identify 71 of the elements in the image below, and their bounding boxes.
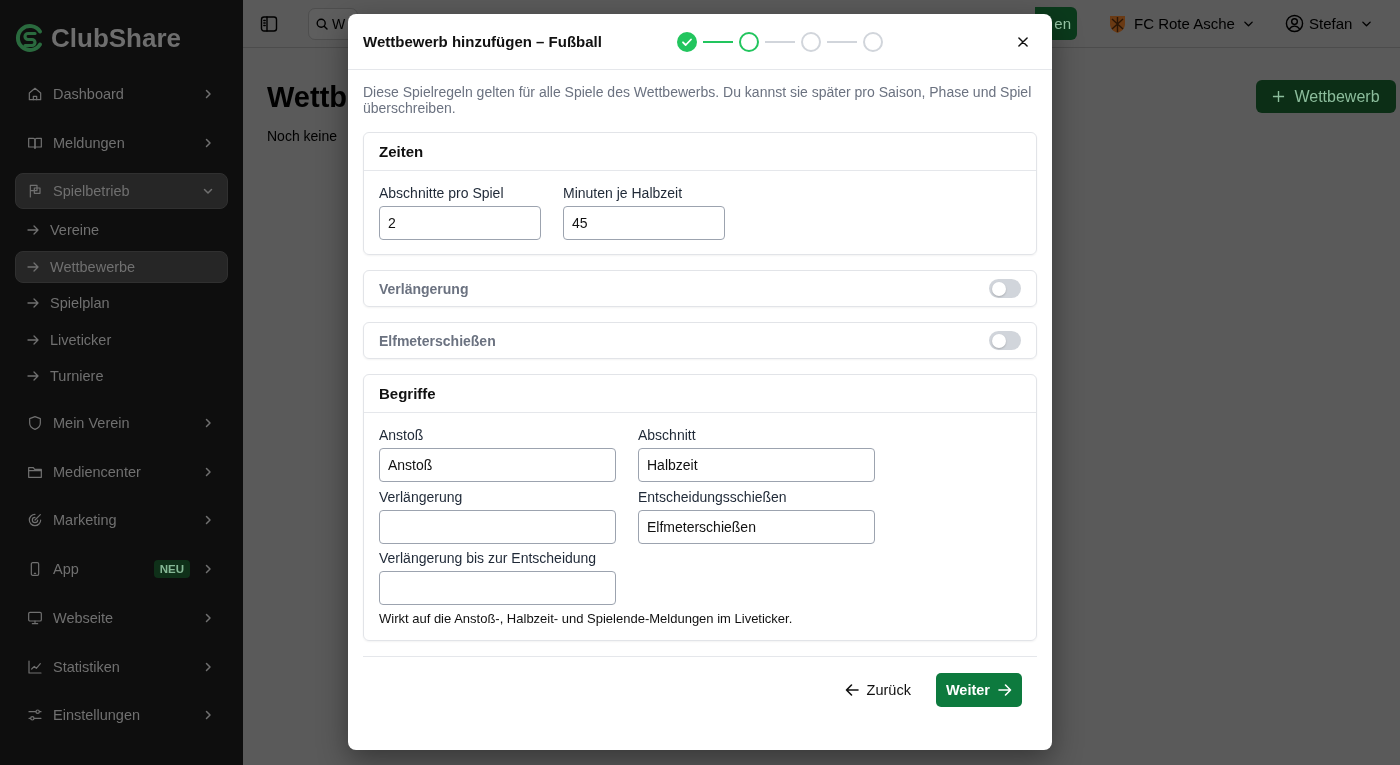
field-label: Entscheidungsschießen bbox=[638, 488, 788, 506]
user-icon bbox=[1285, 14, 1304, 33]
toggle-switch[interactable] bbox=[989, 331, 1021, 350]
nav-item[interactable]: Mediencenter bbox=[15, 453, 228, 490]
crest-icon bbox=[1109, 13, 1126, 34]
arrow-right-icon bbox=[27, 297, 39, 310]
nav-item[interactable]: App NEU bbox=[15, 551, 228, 588]
section-title: Begriffe bbox=[379, 385, 436, 402]
input-field[interactable]: 2 bbox=[379, 206, 541, 240]
logo-icon bbox=[15, 23, 45, 53]
page-title: Wettb bbox=[267, 80, 347, 114]
nav-item[interactable]: Dashboard bbox=[15, 76, 228, 112]
nav-subitem[interactable]: Turniere bbox=[15, 360, 228, 393]
step-connector bbox=[827, 40, 857, 43]
close-icon bbox=[1018, 36, 1028, 47]
arrow-right-icon bbox=[27, 260, 39, 273]
new-badge: NEU bbox=[153, 560, 190, 579]
help-text: Wirkt auf die Anstoß-, Halbzeit- und Spielende-Meldungen im Liveticker. bbox=[379, 611, 794, 626]
target-icon bbox=[27, 512, 43, 529]
toggle-switch[interactable] bbox=[989, 279, 1021, 298]
field-label: Abschnitt bbox=[638, 427, 697, 444]
home-icon bbox=[27, 86, 43, 102]
empty-state-text: Noch keine bbox=[267, 128, 339, 145]
club-switcher[interactable]: FC Rote Asche bbox=[1109, 13, 1254, 34]
intro-text: Diese Spielregeln gelten für alle Spiele des Wettbewerbs. Du kannst sie später pro Saison, Phase und Spiel überschreiben. bbox=[363, 84, 1033, 116]
arrow-right-icon bbox=[27, 224, 39, 237]
search-icon bbox=[316, 17, 328, 30]
field-label: Verlängerung bbox=[379, 488, 464, 506]
step-connector bbox=[765, 40, 795, 43]
nav-item[interactable]: Spielbetrieb bbox=[15, 173, 228, 210]
input-field[interactable]: 45 bbox=[563, 206, 725, 240]
input-field[interactable]: Halbzeit bbox=[638, 448, 875, 482]
input-field[interactable] bbox=[379, 571, 616, 605]
monitor-icon bbox=[27, 609, 43, 626]
dialog-title: Wettbewerb hinzufügen – Fußball bbox=[363, 33, 603, 50]
nav-subitem[interactable]: Spielplan bbox=[15, 287, 228, 320]
arrow-left-icon bbox=[844, 683, 859, 697]
nav-item[interactable]: Meldungen bbox=[15, 124, 228, 161]
sliders-icon bbox=[27, 707, 43, 724]
section-title: Zeiten bbox=[379, 143, 424, 160]
field-label: Abschnitte pro Spiel bbox=[379, 185, 505, 202]
field-label: Anstoß bbox=[379, 427, 425, 444]
field-label: Verlängerung bis zur Entscheidung bbox=[379, 550, 598, 567]
brand-name: ClubShare bbox=[51, 22, 182, 54]
nav-subitem[interactable]: Wettbewerbe bbox=[15, 250, 228, 283]
field-label: Minuten je Halbzeit bbox=[563, 185, 684, 202]
back-button[interactable]: Zurück bbox=[836, 673, 919, 707]
user-menu[interactable]: Stefan bbox=[1285, 14, 1372, 33]
sidebar-icon[interactable] bbox=[260, 14, 278, 33]
section-title: Elfmeterschießen bbox=[379, 332, 496, 349]
nav-subitem[interactable]: Liveticker bbox=[15, 323, 228, 356]
step-connector bbox=[703, 40, 733, 43]
input-field[interactable]: Anstoß bbox=[379, 448, 616, 482]
arrow-right-icon bbox=[998, 683, 1012, 697]
input-field[interactable]: Elfmeterschießen bbox=[638, 509, 875, 544]
arrow-right-icon bbox=[27, 370, 39, 383]
nav-item[interactable]: Marketing bbox=[15, 502, 228, 539]
nav-subitem[interactable]: Vereine bbox=[15, 214, 228, 247]
arrow-right-icon bbox=[27, 333, 39, 346]
shield-icon bbox=[27, 415, 43, 432]
flag-icon bbox=[27, 183, 43, 200]
plus-icon bbox=[1272, 90, 1286, 103]
section-title: Verlängerung bbox=[379, 280, 469, 297]
nav-item[interactable]: Webseite bbox=[15, 599, 228, 636]
next-button[interactable]: Weiter bbox=[935, 673, 1022, 707]
nav-item[interactable]: Einstellungen bbox=[15, 697, 228, 734]
input-field[interactable] bbox=[379, 509, 616, 544]
chart-icon bbox=[27, 658, 43, 675]
nav-item[interactable]: Mein Verein bbox=[15, 405, 228, 442]
add-button[interactable]: Wettbewerb bbox=[1256, 80, 1396, 113]
nav-item[interactable]: Statistiken bbox=[15, 648, 228, 685]
